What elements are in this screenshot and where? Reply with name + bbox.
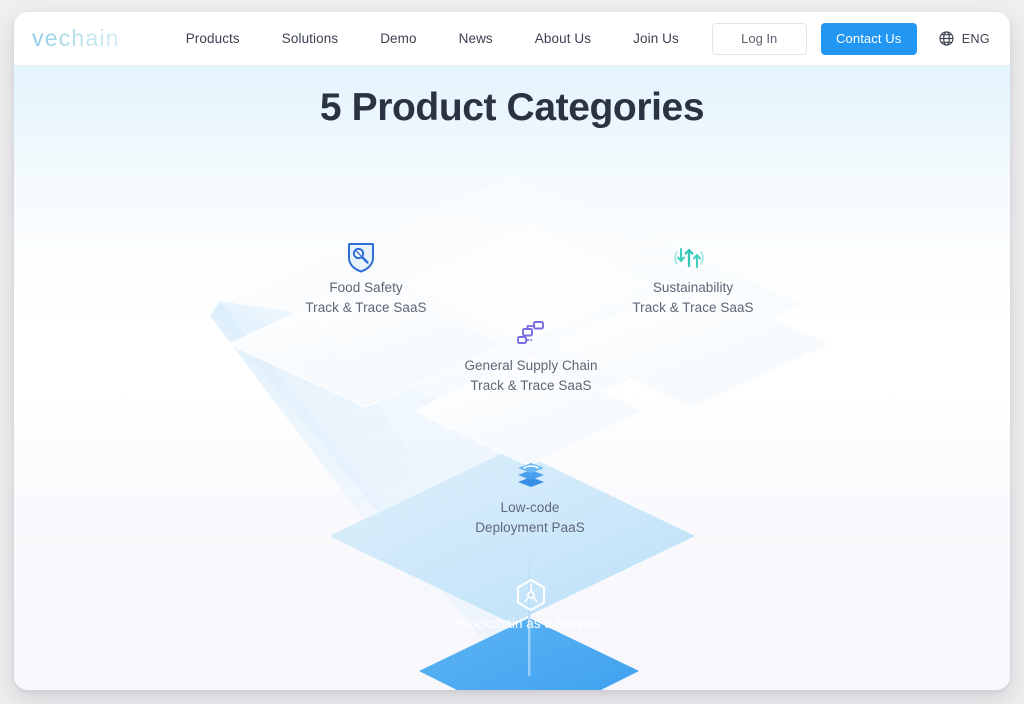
stacked-layers-icon: [518, 463, 544, 487]
recycle-arrows-icon: [674, 248, 704, 268]
nav-item-products[interactable]: Products: [165, 31, 261, 46]
layer-label-general-supply-chain[interactable]: General Supply Chain Track & Trace SaaS: [436, 356, 626, 395]
food-safety-subtitle: Track & Trace SaaS: [305, 299, 427, 315]
nav-item-demo[interactable]: Demo: [359, 31, 437, 46]
blockchain-icon-wrap: [504, 576, 558, 616]
globe-icon: [939, 31, 954, 46]
log-in-button[interactable]: Log In: [711, 22, 807, 55]
top-navigation-bar: vechain Products Solutions Demo News Abo…: [14, 12, 1010, 66]
nav-item-news[interactable]: News: [438, 31, 514, 46]
shield-magnifier-icon: [348, 243, 374, 273]
general-supply-chain-title: General Supply Chain: [464, 358, 598, 373]
sustainability-subtitle: Track & Trace SaaS: [632, 299, 754, 315]
sustainability-icon-wrap: [662, 241, 716, 275]
flow-nodes-icon: [517, 321, 544, 344]
layer-label-sustainability[interactable]: Sustainability Track & Trace SaaS: [603, 278, 783, 317]
low-code-subtitle: Deployment PaaS: [475, 519, 585, 535]
page-card: vechain Products Solutions Demo News Abo…: [14, 12, 1010, 690]
food-safety-icon-wrap: [334, 238, 388, 276]
nav-item-solutions[interactable]: Solutions: [261, 31, 359, 46]
hero-stage: 5 Product Categories Food Safety Track &…: [14, 66, 1010, 690]
contact-us-button[interactable]: Contact Us: [820, 22, 917, 55]
hexagon-blockchain-icon: [516, 578, 546, 612]
vechain-logo[interactable]: vechain: [32, 27, 120, 50]
low-code-title: Low-code: [500, 500, 560, 515]
primary-nav: Products Solutions Demo News About Us Jo…: [165, 31, 700, 46]
page-title: 5 Product Categories: [319, 86, 705, 129]
layer-label-food-safety[interactable]: Food Safety Track & Trace SaaS: [276, 278, 456, 317]
nav-actions: Log In Contact Us ENG: [711, 22, 990, 55]
language-selector[interactable]: ENG: [938, 30, 990, 47]
nav-item-about-us[interactable]: About Us: [514, 31, 612, 46]
general-supply-chain-subtitle: Track & Trace SaaS: [470, 377, 592, 393]
layer-label-low-code[interactable]: Low-code Deployment PaaS: [440, 498, 620, 537]
sustainability-title: Sustainability: [652, 280, 734, 295]
low-code-icon-wrap: [504, 458, 558, 492]
nav-item-join-us[interactable]: Join Us: [612, 31, 700, 46]
language-label: ENG: [961, 31, 990, 46]
blockchain-title: Blockchain as a Service: [456, 616, 602, 631]
general-supply-chain-icon-wrap: [504, 316, 558, 350]
layer-label-blockchain-as-a-service[interactable]: Blockchain as a Service: [434, 614, 624, 634]
food-safety-title: Food Safety: [329, 280, 403, 295]
